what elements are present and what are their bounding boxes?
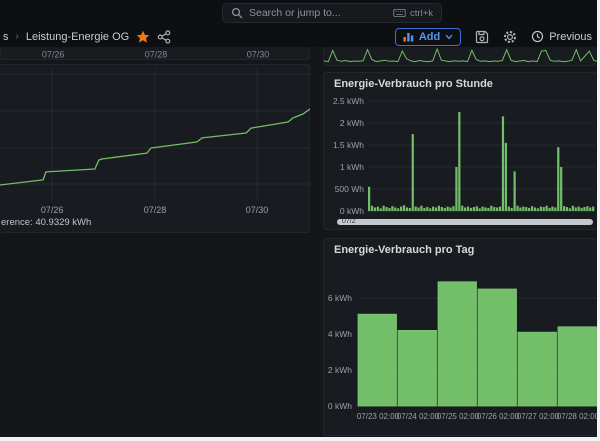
svg-text:07/24 02:00: 07/24 02:00 (397, 412, 440, 421)
add-button-label: Add (419, 31, 440, 43)
breadcrumb-dashboard-title[interactable]: Leistung-Energie OG (26, 31, 129, 43)
cropped-power-mini-chart (324, 47, 597, 64)
svg-text:2 kWh: 2 kWh (340, 118, 364, 128)
legend-difference[interactable]: erence: 40.9329 kWh (1, 217, 91, 228)
svg-text:07/28 02:00: 07/28 02:00 (557, 412, 598, 421)
graph-bar-icon (403, 31, 414, 42)
svg-text:07/27 02:00: 07/27 02:00 (517, 412, 560, 421)
svg-text:500 Wh: 500 Wh (335, 184, 365, 194)
grafana-dashboard: Search or jump to... ctrl+k s › Leistung… (0, 0, 600, 441)
svg-text:07/28: 07/28 (145, 50, 168, 60)
top-nav-bar: Search or jump to... ctrl+k (0, 0, 597, 26)
search-input[interactable]: Search or jump to... ctrl+k (222, 3, 442, 23)
keyboard-icon (393, 8, 406, 18)
x-axis-scrollbar[interactable]: 07/2 (337, 219, 593, 225)
panel-energy-total: 07/26 07/28 07/30 erence: 40.9329 kWh (0, 64, 310, 233)
svg-text:07/26 02:00: 07/26 02:00 (477, 412, 520, 421)
energy-total-line-chart[interactable]: 07/26 07/28 07/30 (0, 65, 310, 217)
svg-text:6 kWh: 6 kWh (328, 293, 352, 303)
shortcut-hint: ctrl+k (393, 8, 433, 19)
svg-text:1.5 kWh: 1.5 kWh (333, 140, 364, 150)
star-icon (136, 30, 150, 44)
share-icon (157, 30, 171, 44)
breadcrumb-separator: › (16, 31, 19, 42)
panel-energie-verbrauch-pro-tag: Energie-Verbrauch pro Tag 6 kWh 4 kWh 2 kW… (323, 238, 597, 436)
cropped-left-axis-ticks: 07/26 07/28 07/30 (1, 47, 311, 60)
svg-text:4 kWh: 4 kWh (328, 329, 352, 339)
dashboard-toolbar: s › Leistung-Energie OG (0, 26, 597, 47)
svg-text:07/30: 07/30 (246, 205, 269, 215)
clock-icon (531, 30, 544, 43)
panel-title-stunde[interactable]: Energie-Verbrauch pro Stunde (324, 73, 597, 90)
add-panel-button[interactable]: Add (395, 28, 461, 46)
share-button[interactable] (157, 30, 171, 44)
svg-text:07/30: 07/30 (247, 50, 270, 60)
search-icon (231, 7, 243, 19)
time-range-label: Previous (549, 31, 592, 43)
svg-text:07/28: 07/28 (144, 205, 167, 215)
svg-text:2.5 kWh: 2.5 kWh (333, 96, 364, 106)
svg-text:0 kWh: 0 kWh (328, 401, 352, 411)
breadcrumb: s › Leistung-Energie OG (3, 26, 171, 47)
svg-text:0 kWh: 0 kWh (340, 206, 364, 215)
favorite-star-button[interactable] (136, 30, 150, 44)
toolbar-actions: Add (395, 26, 592, 47)
search-placeholder: Search or jump to... (249, 7, 387, 19)
svg-text:07/26: 07/26 (42, 50, 65, 60)
save-dashboard-button[interactable] (475, 30, 489, 44)
save-icon (475, 30, 489, 44)
scrollbar-tick-label: 07/2 (342, 219, 356, 225)
svg-text:07/23 02:00: 07/23 02:00 (357, 412, 400, 421)
breadcrumb-parent[interactable]: s (3, 31, 9, 43)
panel-cropped-left: 07/26 07/28 07/30 (0, 47, 310, 60)
svg-text:1 kWh: 1 kWh (340, 162, 364, 172)
dashboard-settings-button[interactable] (503, 30, 517, 44)
panel-cropped-right (323, 47, 597, 66)
panel-title-tag[interactable]: Energie-Verbrauch pro Tag (324, 239, 597, 256)
hourly-bar-chart[interactable]: 2.5 kWh 2 kWh 1.5 kWh 1 kWh 500 Wh 0 kWh (324, 91, 598, 215)
svg-text:07/26: 07/26 (41, 205, 64, 215)
svg-text:07/25 02:00: 07/25 02:00 (437, 412, 480, 421)
time-range-picker[interactable]: Previous (531, 30, 592, 43)
chevron-down-icon (445, 34, 453, 40)
daily-bar-chart[interactable]: 6 kWh 4 kWh 2 kWh 0 kWh 07/23 02:0007/24 02:… (324, 275, 598, 435)
shortcut-text: ctrl+k (410, 8, 433, 19)
panel-energie-verbrauch-pro-stunde: Energie-Verbrauch pro Stunde 2.5 kWh 2 kW… (323, 72, 597, 230)
gear-icon (503, 30, 517, 44)
svg-text:2 kWh: 2 kWh (328, 365, 352, 375)
